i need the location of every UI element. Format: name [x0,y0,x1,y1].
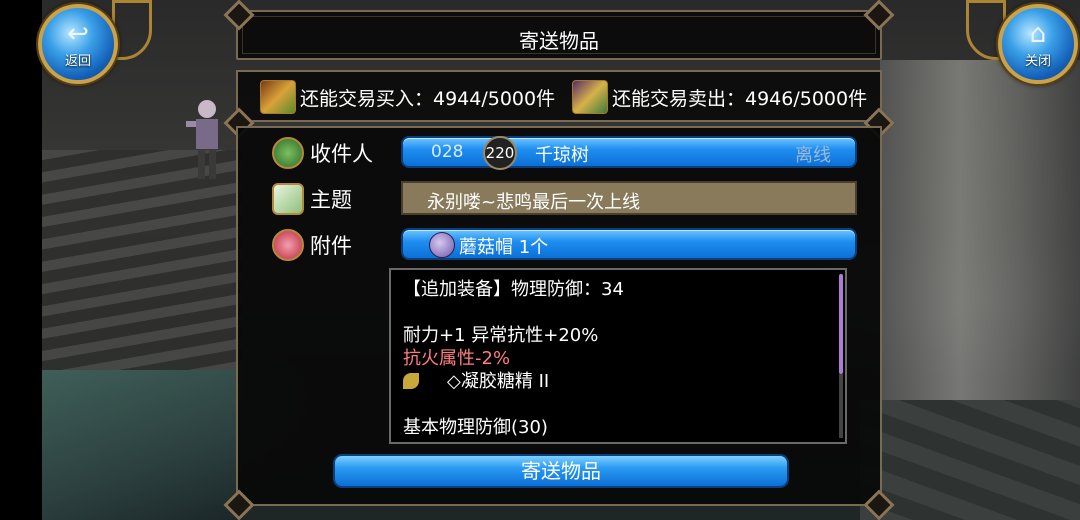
gem-line: ◇凝胶糖精 II [403,370,829,393]
sell-limit-text: 还能交易卖出：4946/5000件 [612,87,868,110]
back-label: 返回 [64,54,91,69]
description-line: 【追加装备】物理防御：34 [403,279,624,300]
home-icon: ⌂ [1029,19,1047,49]
recipient-name: 千琼树 [535,145,589,166]
attachment-field[interactable]: 蘑菇帽 1个 [401,228,857,260]
buy-limit: 还能交易买入：4944/5000件 [260,80,555,114]
description-line [403,393,829,416]
left-letterbox [0,0,42,520]
send-item-button[interactable]: 寄送物品 [333,454,789,488]
negative-stat-line: 抗火属性-2% [403,348,511,369]
level-badge: 220 [483,136,517,170]
gift-icon [272,229,304,261]
description-scrollbar[interactable] [839,274,843,374]
trade-limit-bar: 还能交易买入：4944/5000件 还能交易卖出：4946/5000件 [236,70,882,122]
close-button[interactable]: ⌂ 关闭 [998,4,1078,84]
recipient-field[interactable]: 028 220 千琼树 离线 [401,136,857,170]
close-label: 关闭 [1024,54,1051,69]
treasure-chest-icon [260,80,296,114]
player-character [186,100,218,179]
page-title: 寄送物品 [519,29,599,53]
description-line: 基本物理防御(30) [403,417,548,438]
background-floor-left [42,370,242,520]
recipient-id: 028 [431,142,464,162]
attachment-row: 附件 [272,226,352,264]
mushroom-hat-icon [429,232,455,258]
leaf-icon [403,373,419,389]
recipient-status: 离线 [795,145,831,166]
merchant-stall-icon [572,80,608,114]
scroll-track [839,374,843,438]
mail-panel: 寄送物品 还能交易买入：4944/5000件 还能交易卖出：4946/5000件… [223,0,895,520]
attachment-text: 蘑菇帽 1个 [459,237,549,258]
envelope-icon [272,183,304,215]
recipient-row: 收件人 [272,134,373,172]
back-button[interactable]: ↩ 返回 [38,4,118,84]
description-line [403,301,829,324]
sell-limit: 还能交易卖出：4946/5000件 [572,80,867,114]
item-description-box[interactable]: 【追加装备】物理防御：34 耐力+1 异常抗性+20% 抗火属性-2% ◇凝胶糖… [389,268,847,444]
gem-text: ◇凝胶糖精 II [447,371,550,392]
description-line: 耐力+1 异常抗性+20% [403,325,599,346]
back-arrow-icon: ↩ [67,19,89,49]
panel-title-bar: 寄送物品 [236,10,882,60]
subject-text: 永别喽~悲鸣最后一次上线 [427,192,641,213]
item-description: 【追加装备】物理防御：34 耐力+1 异常抗性+20% 抗火属性-2% ◇凝胶糖… [403,278,829,439]
recipient-label: 收件人 [310,142,373,166]
subject-row: 主题 [272,180,352,218]
subject-input[interactable]: 永别喽~悲鸣最后一次上线 [401,181,857,215]
subject-label: 主题 [310,188,352,212]
attachment-label: 附件 [310,234,352,258]
background-floor-right [860,400,1080,520]
buy-limit-text: 还能交易买入：4944/5000件 [300,87,556,110]
people-icon [272,137,304,169]
